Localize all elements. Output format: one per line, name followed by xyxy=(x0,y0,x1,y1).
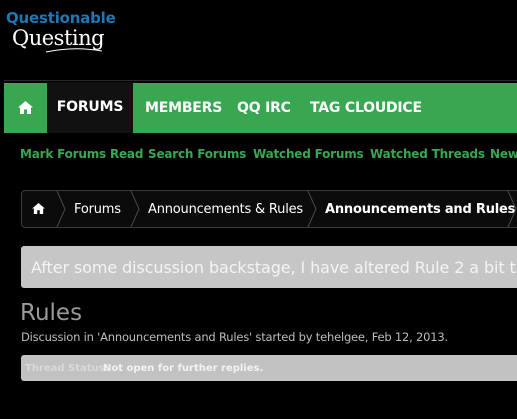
logo-swoosh-icon xyxy=(45,48,103,53)
nav-tab-dice[interactable]: DICE xyxy=(386,83,422,133)
home-icon xyxy=(18,101,33,114)
breadcrumb: Forums Announcements & Rules Announcemen… xyxy=(21,190,517,228)
nav-tab-members[interactable]: MEMBERS xyxy=(145,83,222,133)
breadcrumb-item-current[interactable]: Announcements and Rules xyxy=(325,191,515,227)
mark-forums-read-link[interactable]: Mark Forums Read xyxy=(20,133,143,175)
chevron-right-icon xyxy=(507,191,517,227)
breadcrumb-item-announcements-rules[interactable]: Announcements & Rules xyxy=(148,191,303,227)
nav-tab-tag-cloud[interactable]: TAG CLOUD xyxy=(310,83,398,133)
primary-navbar: FORUMS MEMBERS QQ IRC TAG CLOUD DICE xyxy=(4,82,517,133)
home-icon xyxy=(32,203,45,214)
thread-description: Discussion in 'Announcements and Rules' … xyxy=(21,330,448,344)
watched-threads-link[interactable]: Watched Threads xyxy=(370,133,485,175)
new-posts-link[interactable]: New xyxy=(490,133,517,175)
thread-status-value: Not open for further replies. xyxy=(103,363,264,374)
chevron-right-icon xyxy=(130,191,140,227)
nav-home[interactable] xyxy=(4,83,48,133)
navigation: FORUMS MEMBERS QQ IRC TAG CLOUD DICE Mar… xyxy=(4,80,517,181)
breadcrumb-item-forums[interactable]: Forums xyxy=(74,191,121,227)
page: Questionable Questing FORUMS MEMBERS QQ … xyxy=(0,0,517,419)
thread-status-label: Thread Status: xyxy=(25,363,109,374)
secondary-navbar: Mark Forums Read Search Forums Watched F… xyxy=(4,133,517,175)
chevron-right-icon xyxy=(307,191,317,227)
page-title: Rules xyxy=(20,300,83,326)
nav-tab-forums[interactable]: FORUMS xyxy=(47,82,133,133)
search-forums-link[interactable]: Search Forums xyxy=(148,133,246,175)
notice-text: After some discussion backstage, I have … xyxy=(31,258,516,277)
nav-tab-qq-irc[interactable]: QQ IRC xyxy=(237,83,291,133)
thread-status-bar: Thread Status: Not open for further repl… xyxy=(21,355,517,381)
watched-forums-link[interactable]: Watched Forums xyxy=(253,133,364,175)
chevron-right-icon xyxy=(56,191,66,227)
site-logo[interactable]: Questionable Questing xyxy=(4,9,124,57)
notice-banner: After some discussion backstage, I have … xyxy=(21,246,517,288)
